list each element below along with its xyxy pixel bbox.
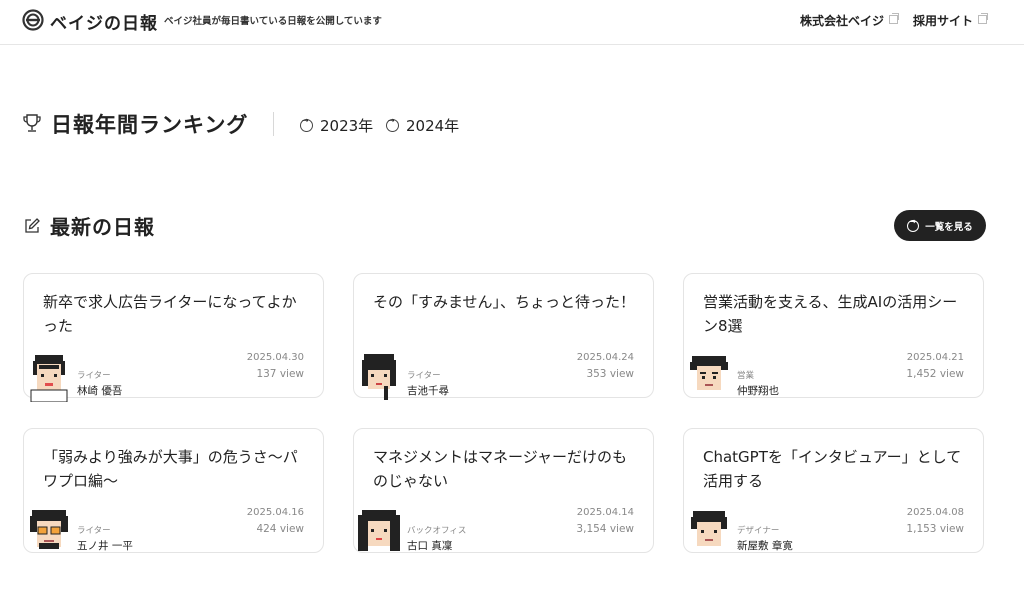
author-name[interactable]: 五ノ井 一平 <box>77 538 133 553</box>
article-card[interactable]: 営業活動を支える、生成AIの活用シーン8選 2025.04.21 1,452 v… <box>683 273 984 398</box>
article-date: 2025.04.08 <box>906 507 964 518</box>
article-card[interactable]: その「すみません」、ちょっと待った！ 2025.04.24 353 view ラ… <box>353 273 654 400</box>
external-link-icon <box>978 13 989 24</box>
author-avatar <box>691 511 727 546</box>
arrow-right-circle-icon <box>300 116 313 132</box>
recruit-link-label: 採用サイト <box>913 14 974 28</box>
site-header: ベイジの日報 ベイジ社員が毎日書いている日報を公開しています 株式会社ベイジ 採… <box>0 0 1024 45</box>
author-name[interactable]: 新屋敷 章寛 <box>737 538 793 553</box>
site-tagline: ベイジ社員が毎日書いている日報を公開しています <box>164 16 382 27</box>
edit-icon <box>25 218 40 233</box>
article-views: 1,153 view <box>906 523 964 535</box>
article-views: 3,154 view <box>576 523 634 535</box>
article-title[interactable]: 営業活動を支える、生成AIの活用シーン8選 <box>703 290 968 338</box>
external-link-icon <box>889 13 900 24</box>
author-role: ライター <box>77 526 111 536</box>
author-name[interactable]: 吉池千尋 <box>407 383 449 398</box>
see-all-button[interactable]: 一覧を見る <box>894 210 986 241</box>
author-role: デザイナー <box>737 526 780 536</box>
article-views: 137 view <box>256 368 304 380</box>
recruit-link[interactable]: 採用サイト <box>913 12 989 29</box>
article-title[interactable]: 新卒で求人広告ライターになってよかった <box>43 290 308 338</box>
article-title[interactable]: マネジメントはマネージャーだけのものじゃない <box>373 445 638 493</box>
arrow-right-circle-icon <box>386 116 399 132</box>
author-role: ライター <box>407 371 441 381</box>
author-avatar <box>30 355 68 402</box>
article-title[interactable]: ChatGPTを「インタビュアー」として活用する <box>703 445 968 493</box>
ranking-year-2023-link[interactable]: 2023年 <box>300 115 373 136</box>
author-avatar <box>362 354 396 400</box>
year-label: 2024年 <box>406 117 460 135</box>
article-date: 2025.04.16 <box>246 507 304 518</box>
site-title[interactable]: ベイジの日報 <box>50 9 158 34</box>
article-views: 1,452 view <box>906 368 964 380</box>
trophy-icon <box>23 114 41 132</box>
author-role: バックオフィス <box>407 526 467 536</box>
logo-icon[interactable] <box>22 6 44 34</box>
ranking-year-2024-link[interactable]: 2024年 <box>386 115 459 136</box>
article-card[interactable]: ChatGPTを「インタビュアー」として活用する 2025.04.08 1,15… <box>683 428 984 553</box>
article-views: 424 view <box>256 523 304 535</box>
see-all-label: 一覧を見る <box>925 221 973 233</box>
ranking-divider <box>273 112 274 136</box>
article-card[interactable]: マネジメントはマネージャーだけのものじゃない 2025.04.14 3,154 … <box>353 428 654 553</box>
company-link[interactable]: 株式会社ベイジ <box>800 12 900 29</box>
arrow-right-circle-icon <box>907 217 920 232</box>
author-avatar <box>30 510 68 549</box>
article-date: 2025.04.21 <box>906 352 964 363</box>
author-name[interactable]: 古口 真凜 <box>407 538 452 553</box>
article-date: 2025.04.14 <box>576 507 634 518</box>
author-role: 営業 <box>737 371 755 381</box>
author-role: ライター <box>77 371 111 381</box>
company-link-label: 株式会社ベイジ <box>800 14 885 28</box>
author-avatar <box>690 356 728 390</box>
article-date: 2025.04.30 <box>246 352 304 363</box>
article-title[interactable]: 「弱みより強みが大事」の危うさ〜パワプロ編〜 <box>43 445 308 493</box>
article-title[interactable]: その「すみません」、ちょっと待った！ <box>373 290 638 314</box>
article-card[interactable]: 新卒で求人広告ライターになってよかった 2025.04.30 137 view … <box>23 273 324 402</box>
article-date: 2025.04.24 <box>576 352 634 363</box>
year-label: 2023年 <box>320 117 374 135</box>
article-card[interactable]: 「弱みより強みが大事」の危うさ〜パワプロ編〜 2025.04.16 424 vi… <box>23 428 324 553</box>
author-name[interactable]: 林崎 優吾 <box>77 383 122 398</box>
author-avatar <box>358 510 400 551</box>
author-name[interactable]: 仲野翔也 <box>737 383 779 398</box>
article-views: 353 view <box>586 368 634 380</box>
latest-title: 最新の日報 <box>50 215 155 239</box>
ranking-title: 日報年間ランキング <box>51 113 249 137</box>
